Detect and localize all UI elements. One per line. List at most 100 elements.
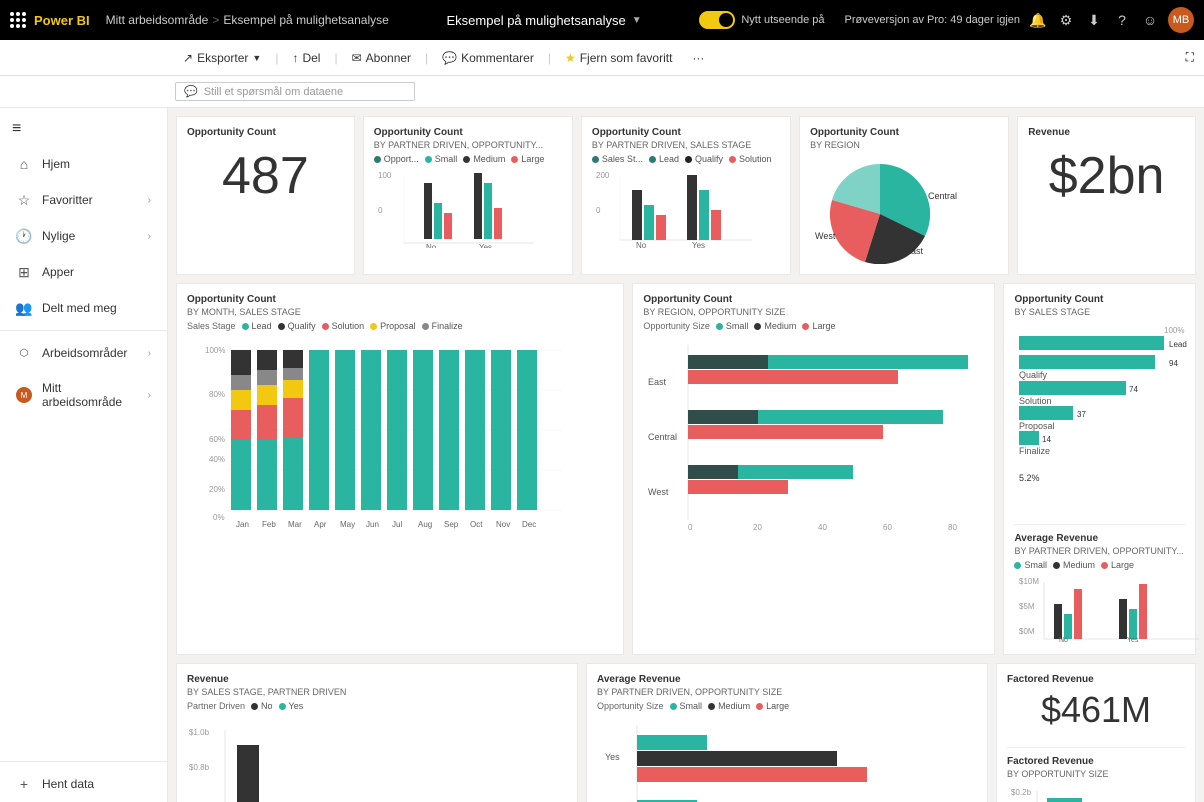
sidebar-item-workspaces[interactable]: ⬡ Arbeidsområder › xyxy=(0,335,167,371)
more-button[interactable]: ··· xyxy=(684,47,712,69)
card-opp-count-total[interactable]: Opportunity Count 487 xyxy=(176,116,355,275)
card-opp-count-partner[interactable]: Opportunity Count BY PARTNER DRIVEN, OPP… xyxy=(363,116,573,275)
favorite-button[interactable]: ★ Fjern som favoritt xyxy=(557,47,680,69)
card-revenue[interactable]: Revenue $2bn xyxy=(1017,116,1196,275)
card-opp-count-region[interactable]: Opportunity Count BY REGION Central xyxy=(799,116,1009,275)
opp-partner-chart: 100 0 No xyxy=(374,168,534,248)
apps-icon: ⊞ xyxy=(16,264,32,280)
card-opp-sales-stage[interactable]: Opportunity Count BY SALES STAGE 100% Le… xyxy=(1003,283,1196,655)
trial-label: Prøveversjon av Pro: 49 dager igjen xyxy=(845,14,1020,26)
feedback-icon[interactable]: ☺ xyxy=(1140,10,1160,30)
report-link[interactable]: Eksempel på mulighetsanalyse xyxy=(223,13,388,27)
share-button[interactable]: ↑ Del xyxy=(284,47,328,69)
notifications-icon[interactable]: 🔔 xyxy=(1028,10,1048,30)
svg-text:Jun: Jun xyxy=(366,520,379,529)
card-revenue-sales[interactable]: Revenue BY SALES STAGE, PARTNER DRIVEN P… xyxy=(176,663,578,802)
card-opp-count-sales[interactable]: Opportunity Count BY PARTNER DRIVEN, SAL… xyxy=(581,116,791,275)
opp-region-pie: Central East West xyxy=(810,154,970,264)
sidebar-divider1 xyxy=(0,330,167,331)
row1: Opportunity Count 487 Opportunity Count … xyxy=(176,116,1196,275)
factored-rev-value: $461M xyxy=(1007,689,1185,731)
card-avg-rev-size[interactable]: Average Revenue BY PARTNER DRIVEN, OPPOR… xyxy=(586,663,988,802)
sidebar-item-recent-label: Nylige xyxy=(42,229,138,243)
sidebar-toggle[interactable]: ≡ xyxy=(0,112,167,146)
factored-rev-size-chart: $0.2b $0.0b Large Medium Small xyxy=(1007,783,1192,802)
toolbar-sep4: | xyxy=(548,51,551,65)
svg-text:Yes: Yes xyxy=(479,243,492,248)
opp-sales-stage-chart: 100% Lead 94 Qualify 74 Solution 37 Prop… xyxy=(1014,321,1204,516)
settings-icon[interactable]: ⚙ xyxy=(1056,10,1076,30)
my-workspace-icon: M xyxy=(16,387,32,403)
card-opp-region-size[interactable]: Opportunity Count BY REGION, OPPORTUNITY… xyxy=(632,283,995,655)
svg-text:West: West xyxy=(648,487,669,497)
avg-revenue-partner-card: Average Revenue BY PARTNER DRIVEN, OPPOR… xyxy=(1014,524,1185,644)
subscribe-button[interactable]: ✉ Abonner xyxy=(344,47,419,69)
opp-month-chart: 100% 80% 60% 40% 20% 0% xyxy=(187,335,567,535)
opp-partner-subtitle: BY PARTNER DRIVEN, OPPORTUNITY... xyxy=(374,140,562,150)
topbar: Power BI Mitt arbeidsområde > Eksempel p… xyxy=(0,0,1204,40)
opp-sales-subtitle: BY PARTNER DRIVEN, SALES STAGE xyxy=(592,140,780,150)
my-workspace-chevron: › xyxy=(148,390,151,401)
avatar[interactable]: MB xyxy=(1168,7,1194,33)
subscribe-icon: ✉ xyxy=(352,51,362,65)
apps-grid-icon[interactable] xyxy=(10,12,26,28)
comment-button[interactable]: 💬 Kommentarer xyxy=(434,47,542,69)
breadcrumb-sep: > xyxy=(212,13,219,27)
download-icon[interactable]: ⬇ xyxy=(1084,10,1104,30)
legend-item-2: Medium xyxy=(463,154,505,164)
opp-sales-chart: 200 0 No Yes xyxy=(592,168,752,248)
svg-text:5.2%: 5.2% xyxy=(1019,473,1040,483)
sidebar-item-apps[interactable]: ⊞ Apper xyxy=(0,254,167,290)
workspace-link[interactable]: Mitt arbeidsområde xyxy=(106,13,209,27)
export-chevron: ▼ xyxy=(252,53,261,63)
revenue-value: $2bn xyxy=(1028,146,1185,206)
svg-text:Central: Central xyxy=(648,432,677,442)
svg-text:0: 0 xyxy=(688,523,693,532)
svg-text:No: No xyxy=(636,241,647,248)
sidebar-item-apps-label: Apper xyxy=(42,265,151,279)
svg-text:Central: Central xyxy=(928,191,957,201)
opp-sales-stage-subtitle: BY SALES STAGE xyxy=(1014,307,1185,317)
svg-text:Jan: Jan xyxy=(236,520,249,529)
rev-sales-legend: Partner Driven No Yes xyxy=(187,701,567,711)
card-opp-month[interactable]: Opportunity Count BY MONTH, SALES STAGE … xyxy=(176,283,624,655)
svg-text:West: West xyxy=(815,231,836,241)
toolbar-sep1: | xyxy=(275,51,278,65)
svg-text:Qualify: Qualify xyxy=(1019,370,1048,380)
svg-text:Oct: Oct xyxy=(470,520,483,529)
sidebar-item-home[interactable]: ⌂ Hjem xyxy=(0,146,167,182)
sidebar-spacer xyxy=(0,419,167,757)
opp-count-title: Opportunity Count xyxy=(187,127,344,138)
svg-text:Yes: Yes xyxy=(692,241,705,248)
help-icon[interactable]: ? xyxy=(1112,10,1132,30)
get-data-icon: + xyxy=(16,776,32,792)
svg-text:74: 74 xyxy=(1129,385,1138,394)
sidebar-item-shared-label: Delt med meg xyxy=(42,301,151,315)
fullscreen-button[interactable]: ⛶ xyxy=(1186,50,1194,65)
svg-text:May: May xyxy=(340,520,355,529)
toggle-switch[interactable] xyxy=(699,11,735,29)
svg-text:East: East xyxy=(648,377,667,387)
svg-text:Finalize: Finalize xyxy=(1019,446,1050,456)
sidebar-item-recent[interactable]: 🕐 Nylige › xyxy=(0,218,167,254)
recent-icon: 🕐 xyxy=(16,228,32,244)
export-button[interactable]: ↗ Eksporter ▼ xyxy=(175,47,269,69)
workspaces-chevron: › xyxy=(148,348,151,359)
favorites-icon: ☆ xyxy=(16,192,32,208)
svg-text:80: 80 xyxy=(948,523,957,532)
sidebar-item-my-workspace[interactable]: M Mitt arbeidsområde › xyxy=(0,371,167,419)
legend-item-3: Large xyxy=(511,154,544,164)
svg-text:Yes: Yes xyxy=(1127,637,1139,644)
sidebar: ≡ ⌂ Hjem ☆ Favoritter › 🕐 Nylige › ⊞ App… xyxy=(0,108,168,802)
svg-text:Feb: Feb xyxy=(262,520,276,529)
card-factored-revenue[interactable]: Factored Revenue $461M Factored Revenue … xyxy=(996,663,1196,802)
svg-text:Yes: Yes xyxy=(605,752,620,762)
qa-input-wrapper[interactable]: 💬 Still et spørsmål om dataene xyxy=(175,82,415,101)
sidebar-item-favorites[interactable]: ☆ Favoritter › xyxy=(0,182,167,218)
title-chevron-icon[interactable]: ▼ xyxy=(632,15,642,26)
opp-region-size-title: Opportunity Count xyxy=(643,294,984,305)
sidebar-item-shared[interactable]: 👥 Delt med meg xyxy=(0,290,167,326)
sidebar-item-get-data[interactable]: + Hent data xyxy=(0,766,167,802)
report-title-center: Eksempel på mulighetsanalyse ▼ xyxy=(447,13,642,28)
avg-rev-size-chart: $0M $2M $4M $6M $8M $10M Yes No xyxy=(597,715,917,802)
